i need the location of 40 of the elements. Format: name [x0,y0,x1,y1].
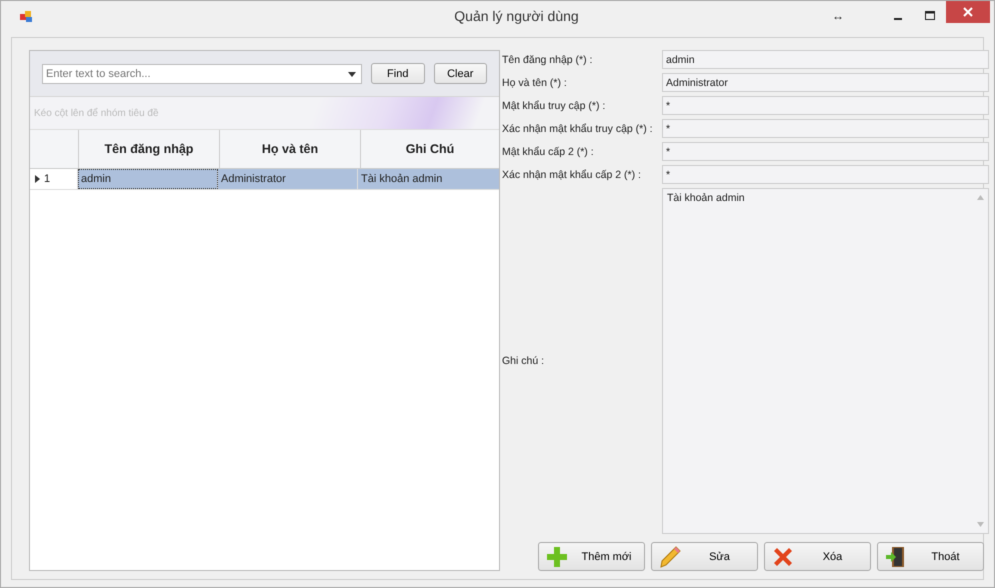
window-title: Quản lý người dùng [453,8,580,24]
table-row[interactable]: 1 admin Administrator Tài khoản admin [30,169,499,190]
field-label: Mật khẩu cấp 2 (*) : [502,146,595,158]
row-number: 1 [44,173,50,185]
field-label: Xác nhận mật khẩu cấp 2 (*) : [502,168,642,180]
action-button[interactable]: Xóa [764,542,871,571]
field-label: Ghi chú : [502,355,546,367]
input-field[interactable]: Administrator [662,73,989,92]
input-field[interactable]: * [662,165,989,184]
dropdown-icon[interactable] [348,72,356,76]
close-button[interactable] [946,1,990,23]
column-header[interactable]: Họ và tên [220,130,361,168]
resize-control[interactable]: ↔ [832,9,862,23]
column-header[interactable]: Ghi Chú [361,130,499,168]
table-cell: Tài khoản admin [358,169,499,189]
pencil-icon [658,544,682,568]
table-cell: admin [78,169,218,189]
input-field[interactable]: admin [662,50,989,69]
table-cell: Administrator [218,169,358,189]
row-pointer-icon [35,175,40,183]
group-hint: Kéo cột lên để nhóm tiêu đề [34,108,159,118]
note-text: Tài khoản admin [667,192,745,204]
close-icon[interactable] [963,7,973,17]
plus-icon [545,544,569,568]
action-button[interactable]: Thoát [877,542,984,571]
maximize-icon[interactable] [924,10,936,22]
field-label: Mật khẩu truy cập (*) : [502,100,606,112]
action-button[interactable]: Sửa [651,542,758,571]
input-field[interactable]: * [662,142,989,161]
action-button[interactable]: Thêm mới [538,542,645,571]
search-button[interactable]: Find [371,63,424,84]
input-field[interactable]: * [662,119,989,138]
app-icon [19,9,33,23]
column-header[interactable]: Tên đăng nhập [79,130,220,168]
field-label: Tên đăng nhập (*) : [502,54,594,66]
search-field[interactable]: Enter text to search... [42,64,362,84]
input-field[interactable]: * [662,96,989,115]
field-label: Họ và tên (*) : [502,76,568,88]
field-label: Xác nhận mật khẩu truy cập (*) : [502,122,654,134]
search-button[interactable]: Clear [434,63,487,84]
